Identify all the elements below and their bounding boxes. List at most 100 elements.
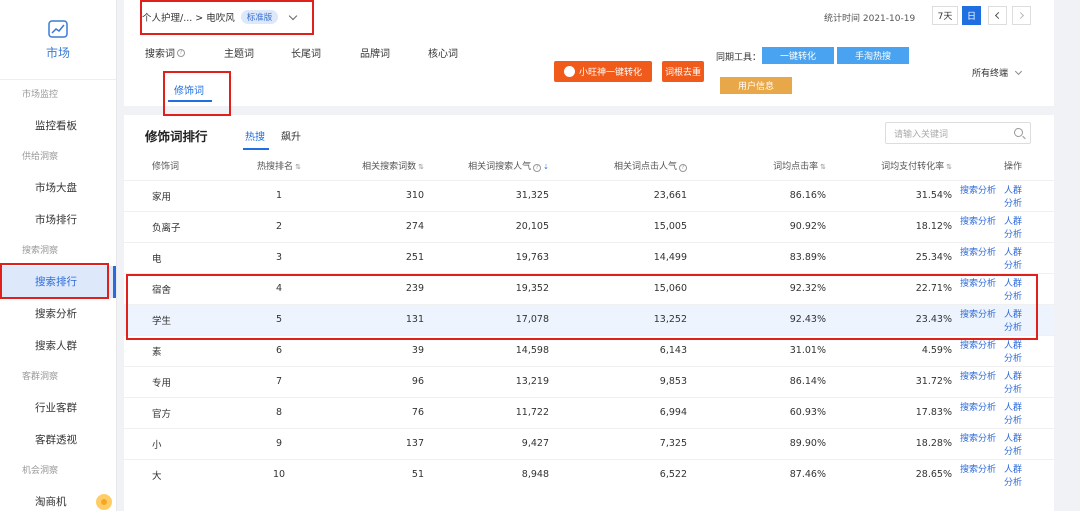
terminal-select[interactable]: 所有终端 [972, 66, 1023, 79]
tab-modifier-words[interactable]: 修饰词 [174, 82, 204, 97]
cell-search-pop: 13,219 [424, 365, 549, 397]
nav-item-search-ranking[interactable]: 搜索排行 [0, 266, 116, 298]
cell-rank: 4 [224, 272, 334, 304]
search-analysis-link[interactable]: 搜索分析 [960, 248, 996, 258]
nav-item-market-overview[interactable]: 市场大盘 [0, 172, 116, 204]
cell-word: 大 [124, 458, 224, 490]
prev-date-button[interactable] [988, 6, 1007, 25]
nav-item-crowd-insight[interactable]: 客群透视 [0, 424, 116, 456]
crowd-analysis-link[interactable]: 人群分析 [1004, 403, 1022, 426]
search-analysis-link[interactable]: 搜索分析 [960, 341, 996, 351]
next-date-button[interactable] [1012, 6, 1031, 25]
search-analysis-link[interactable]: 搜索分析 [960, 434, 996, 444]
crowd-analysis-link[interactable]: 人群分析 [1004, 372, 1022, 395]
cell-actions: 搜索分析 人群分析 [952, 396, 1054, 428]
col-header-search-pop[interactable]: 相关词搜索人气? ⇣ [424, 151, 549, 180]
mobile-hot-search-button[interactable]: 手淘热搜 [837, 47, 909, 64]
tab-core-words[interactable]: 核心词 [428, 45, 458, 60]
table-row: 素 6 39 14,598 6,143 31.01% 4.59% 搜索分析 人群分析 [124, 334, 1054, 366]
dedupe-button[interactable]: 词根去重 [662, 61, 704, 82]
category-selector[interactable]: 个人护理/... > 电吹风 标准版 [142, 8, 298, 26]
tab-brand-words[interactable]: 品牌词 [360, 45, 390, 60]
cell-rank: 8 [224, 396, 334, 428]
cell-click-pop: 14,499 [549, 241, 687, 273]
table-row: 官方 8 76 11,722 6,994 60.93% 17.83% 搜索分析 人群分析 [124, 396, 1054, 428]
user-info-button[interactable]: 用户信息 [720, 77, 792, 94]
crowd-analysis-link[interactable]: 人群分析 [1004, 186, 1022, 209]
cell-count: 51 [334, 458, 424, 490]
nav-section-title: 客群洞察 [22, 372, 59, 382]
nav-item-search-analysis[interactable]: 搜索分析 [0, 298, 116, 330]
col-header-cvr[interactable]: 词均支付转化率 ⇅ [826, 151, 952, 180]
crowd-analysis-link[interactable]: 人群分析 [1004, 279, 1022, 302]
stat-date: 统计时间 2021-10-19 [824, 14, 916, 24]
cell-click-pop: 15,060 [549, 272, 687, 304]
sort-icon: ⇅ [946, 162, 952, 171]
col-header-click-pop[interactable]: 相关词点击人气? [549, 151, 687, 180]
active-subtab-indicator [243, 148, 269, 150]
cell-search-pop: 11,722 [424, 396, 549, 428]
brand-label: 市场 [45, 46, 70, 60]
cell-rank: 10 [224, 458, 334, 490]
one-click-convert-button[interactable]: 一键转化 [762, 47, 834, 64]
nav-item-opportunity[interactable]: 淘商机 [0, 486, 116, 511]
col-header-word: 修饰词 [152, 161, 180, 172]
search-analysis-link[interactable]: 搜索分析 [960, 403, 996, 413]
cell-count: 274 [334, 210, 424, 242]
cell-rank: 6 [224, 334, 334, 366]
keyword-search-input[interactable]: 请输入关键词 [885, 122, 1031, 144]
nav-section-title: 搜索洞察 [22, 246, 59, 256]
tab-rising[interactable]: 飙升 [281, 128, 301, 143]
crowd-analysis-link[interactable]: 人群分析 [1004, 434, 1022, 457]
col-header-rank[interactable]: 热搜排名 ⇅ [224, 151, 334, 180]
crowd-analysis-link[interactable]: 人群分析 [1004, 341, 1022, 364]
search-icon[interactable] [1014, 128, 1023, 137]
search-analysis-link[interactable]: 搜索分析 [960, 465, 996, 475]
period-7d-button[interactable]: 7天 [932, 6, 958, 25]
search-analysis-link[interactable]: 搜索分析 [960, 310, 996, 320]
chevron-right-icon [1016, 11, 1025, 20]
crowd-analysis-link[interactable]: 人群分析 [1004, 465, 1022, 488]
search-analysis-link[interactable]: 搜索分析 [960, 186, 996, 196]
cell-search-pop: 20,105 [424, 210, 549, 242]
table-row: 宿舍 4 239 19,352 15,060 92.32% 22.71% 搜索分析 人群分析 [124, 272, 1054, 304]
nav-item-search-crowd[interactable]: 搜索人群 [0, 330, 116, 362]
col-header-ctr[interactable]: 词均点击率 ⇅ [687, 151, 826, 180]
tab-long-tail-words[interactable]: 长尾词 [291, 45, 321, 60]
tab-search-words[interactable]: 搜索词? [145, 45, 185, 60]
cell-rank: 2 [224, 210, 334, 242]
cell-rank: 1 [224, 179, 334, 211]
col-header-count[interactable]: 相关搜索词数 ⇅ [334, 151, 424, 180]
brand[interactable]: 市场 [0, 0, 116, 80]
tab-theme-words[interactable]: 主题词 [224, 45, 254, 60]
cell-cvr: 4.59% [826, 334, 952, 366]
cell-count: 137 [334, 427, 424, 459]
crowd-analysis-link[interactable]: 人群分析 [1004, 217, 1022, 240]
nav-item-market-ranking[interactable]: 市场排行 [0, 204, 116, 236]
period-day-button[interactable]: 日 [962, 6, 981, 25]
sort-desc-icon: ⇣ [543, 162, 549, 171]
cell-rank: 9 [224, 427, 334, 459]
active-tab-indicator [168, 100, 212, 102]
cell-click-pop: 6,143 [549, 334, 687, 366]
search-analysis-link[interactable]: 搜索分析 [960, 217, 996, 227]
cell-cvr: 22.71% [826, 272, 952, 304]
tab-hot-search[interactable]: 热搜 [245, 128, 265, 143]
cell-ctr: 90.92% [687, 210, 826, 242]
search-analysis-link[interactable]: 搜索分析 [960, 279, 996, 289]
cell-rank: 3 [224, 241, 334, 273]
cell-cvr: 18.28% [826, 427, 952, 459]
cell-ctr: 86.14% [687, 365, 826, 397]
help-icon: ? [679, 163, 687, 172]
nav-section-title: 市场监控 [22, 90, 59, 100]
xiaowang-convert-button[interactable]: 小旺神一键转化 [554, 61, 652, 82]
cell-search-pop: 8,948 [424, 458, 549, 490]
nav-item-monitor-board[interactable]: 监控看板 [0, 110, 116, 142]
cell-search-pop: 17,078 [424, 303, 549, 335]
crowd-analysis-link[interactable]: 人群分析 [1004, 248, 1022, 271]
search-analysis-link[interactable]: 搜索分析 [960, 372, 996, 382]
cell-word: 素 [124, 334, 224, 366]
cell-cvr: 18.12% [826, 210, 952, 242]
nav-item-industry-crowd[interactable]: 行业客群 [0, 392, 116, 424]
crowd-analysis-link[interactable]: 人群分析 [1004, 310, 1022, 333]
